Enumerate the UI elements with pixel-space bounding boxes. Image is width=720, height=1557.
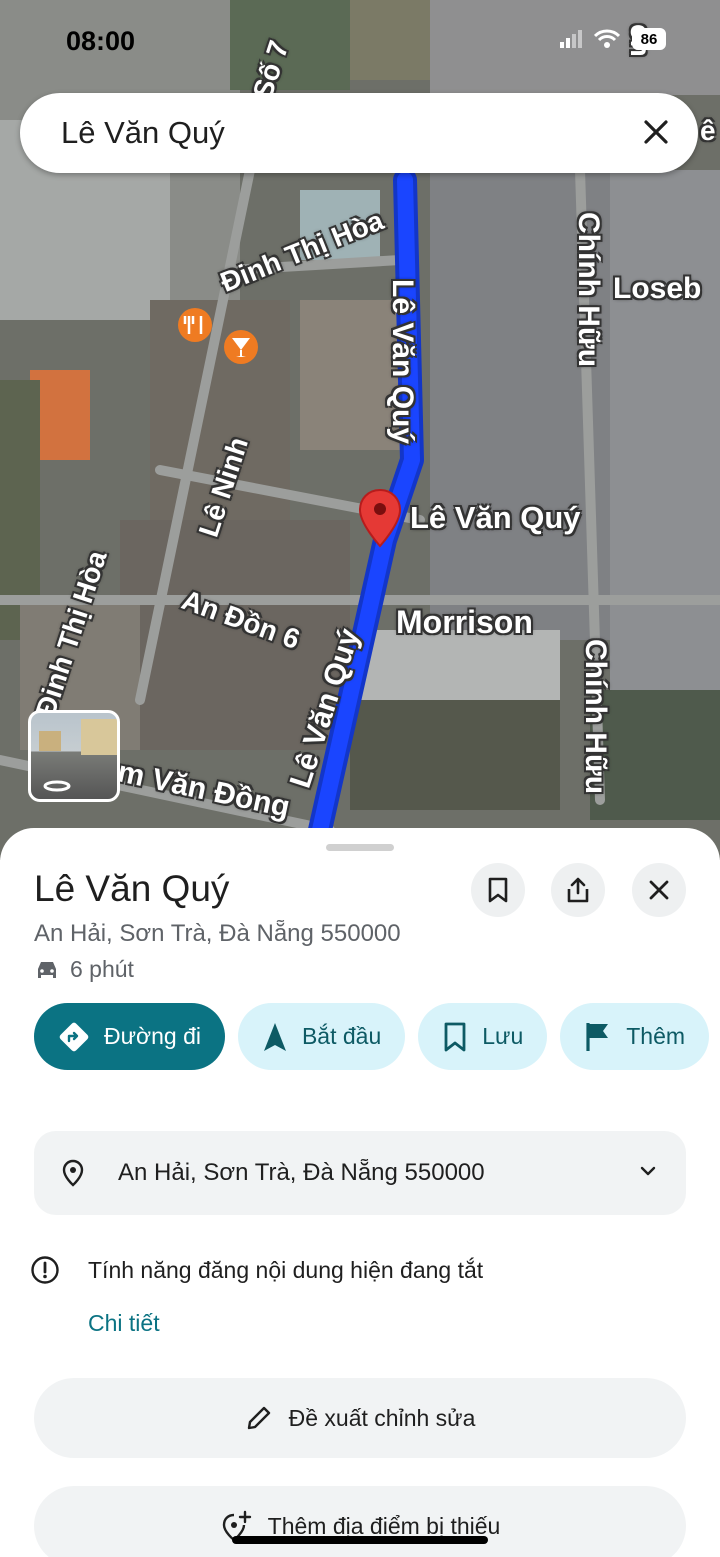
- location-pin-icon: [62, 1159, 84, 1187]
- directions-button[interactable]: Đường đi: [34, 1003, 225, 1070]
- road-label: Chính Hữu: [572, 212, 605, 368]
- road-label: Lê Văn Quý: [386, 279, 419, 445]
- status-bar: 08:00 86: [0, 0, 720, 80]
- pin-label: Lê Văn Quý: [410, 500, 581, 535]
- address-card[interactable]: An Hải, Sơn Trà, Đà Nẵng 550000: [34, 1131, 686, 1215]
- signal-icon: [560, 30, 582, 48]
- drag-handle[interactable]: [326, 844, 394, 851]
- place-address: An Hải, Sơn Trà, Đà Nẵng 550000: [34, 920, 401, 947]
- navigation-arrow-icon: [263, 1022, 286, 1051]
- add-missing-place-button[interactable]: Thêm địa điểm bị thiếu: [34, 1486, 686, 1557]
- close-sheet-button[interactable]: [632, 863, 686, 917]
- street-view-icon: [39, 719, 117, 792]
- road-label: Chính Hữu: [579, 639, 612, 795]
- car-icon: [38, 961, 56, 978]
- road-label: Loseb: [613, 272, 702, 305]
- details-link[interactable]: Chi tiết: [88, 1310, 160, 1337]
- add-label-button[interactable]: Thêm: [560, 1003, 710, 1070]
- save-label: Lưu: [482, 1023, 524, 1049]
- battery-icon: 86: [632, 28, 666, 50]
- save-bookmark-button[interactable]: [471, 863, 525, 917]
- travel-time: 6 phút: [70, 956, 134, 982]
- status-icons: 86: [560, 28, 666, 50]
- start-label: Bắt đầu: [301, 1023, 382, 1049]
- share-button[interactable]: [551, 863, 605, 917]
- save-button[interactable]: Lưu: [418, 1003, 548, 1070]
- road-label: ê: [700, 115, 716, 146]
- status-time: 08:00: [66, 26, 136, 56]
- pencil-icon: [247, 1406, 270, 1430]
- share-icon: [567, 877, 589, 903]
- start-button[interactable]: Bắt đầu: [237, 1003, 406, 1070]
- place-label-morrison[interactable]: Morrison: [396, 604, 533, 641]
- search-input[interactable]: Lê Văn Quý: [61, 115, 225, 151]
- directions-label: Đường đi: [104, 1023, 201, 1049]
- suggest-edit-button[interactable]: Đề xuất chỉnh sửa: [34, 1378, 686, 1458]
- chevron-down-icon[interactable]: [638, 1161, 658, 1181]
- bookmark-icon: [444, 1022, 466, 1051]
- map-view[interactable]: Đinh Thị Hòa Lê Văn Quý Lê Văn Quý Chính…: [0, 0, 720, 860]
- bookmark-icon: [488, 877, 508, 903]
- close-icon: [649, 880, 669, 900]
- map-pin-icon[interactable]: [358, 488, 402, 548]
- address-card-text: An Hải, Sơn Trà, Đà Nẵng 550000: [118, 1159, 485, 1186]
- action-chips: Đường đi Bắt đầu Lưu Thêm: [34, 1003, 720, 1070]
- place-bottom-sheet[interactable]: Lê Văn Quý An Hải, Sơn Trà, Đà Nẵng 5500…: [0, 828, 720, 1557]
- notice-text: Tính năng đăng nội dung hiện đang tắt: [88, 1257, 484, 1283]
- info-alert-icon: [31, 1256, 59, 1284]
- clear-search-icon[interactable]: [636, 112, 676, 152]
- search-bar[interactable]: Lê Văn Quý: [20, 93, 698, 173]
- suggest-edit-label: Đề xuất chỉnh sửa: [288, 1404, 476, 1431]
- home-indicator[interactable]: [232, 1536, 488, 1544]
- flag-icon: [586, 1022, 609, 1051]
- add-label-text: Thêm: [626, 1023, 686, 1049]
- street-view-thumbnail[interactable]: [28, 710, 120, 802]
- place-title: Lê Văn Quý: [34, 868, 230, 909]
- directions-icon: [59, 1022, 89, 1051]
- wifi-icon: [594, 29, 620, 48]
- travel-time-row: 6 phút: [34, 956, 134, 983]
